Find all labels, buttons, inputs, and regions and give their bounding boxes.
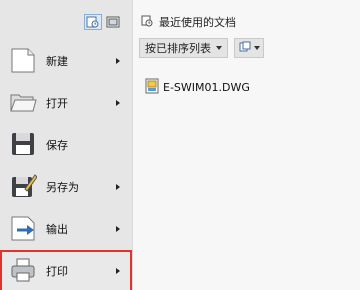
submenu-arrow-icon [116,268,120,274]
menu-item-label: 输出 [46,223,68,236]
menu-item-new[interactable]: 新建 [0,40,132,82]
submenu-arrow-icon [116,100,120,106]
app-menu-list: 新建 打开 保存 另存为 输出 打印 [0,40,132,290]
recent-file-item[interactable]: E-SWIM01.DWG [145,78,250,97]
menu-item-open[interactable]: 打开 [0,82,132,124]
menu-item-label: 新建 [46,55,68,68]
recent-documents-header: 最近使用的文档 [141,14,236,30]
dwg-file-icon [145,78,159,97]
view-toggle-group [84,14,122,30]
recent-documents-panel: 最近使用的文档 按已排序列表 E-SWIM01.DWG [132,0,360,290]
recent-documents-view-icon[interactable] [84,14,102,30]
menu-item-label: 打印 [46,265,68,278]
save-icon [9,129,37,159]
chevron-down-icon [253,46,260,50]
menu-item-label: 另存为 [46,181,79,194]
print-icon [9,255,37,285]
sort-dropdown[interactable]: 按已排序列表 [139,38,228,58]
menu-item-save-as[interactable]: 另存为 [0,166,132,208]
menu-item-save[interactable]: 保存 [0,124,132,166]
sort-dropdown-label: 按已排序列表 [145,42,211,55]
open-documents-view-icon[interactable] [104,14,122,30]
submenu-arrow-icon [116,226,120,232]
menu-item-print[interactable]: 打印 [0,250,132,290]
new-file-icon [9,45,37,75]
submenu-arrow-icon [116,58,120,64]
save-as-icon [9,171,38,201]
chevron-down-icon [216,46,222,50]
recent-toolbar: 按已排序列表 [139,38,264,58]
recent-file-name: E-SWIM01.DWG [163,81,250,94]
menu-item-label: 保存 [46,139,68,152]
menu-item-label: 打开 [46,97,68,110]
recent-documents-title: 最近使用的文档 [159,16,236,29]
application-menu: 新建 打开 保存 另存为 输出 打印 [0,0,132,290]
display-options-dropdown[interactable] [234,38,264,58]
recent-documents-icon [141,15,153,30]
submenu-arrow-icon [116,184,120,190]
display-icon [239,41,251,55]
open-folder-icon [9,87,37,117]
menu-item-export[interactable]: 输出 [0,208,132,250]
export-icon [9,213,37,243]
